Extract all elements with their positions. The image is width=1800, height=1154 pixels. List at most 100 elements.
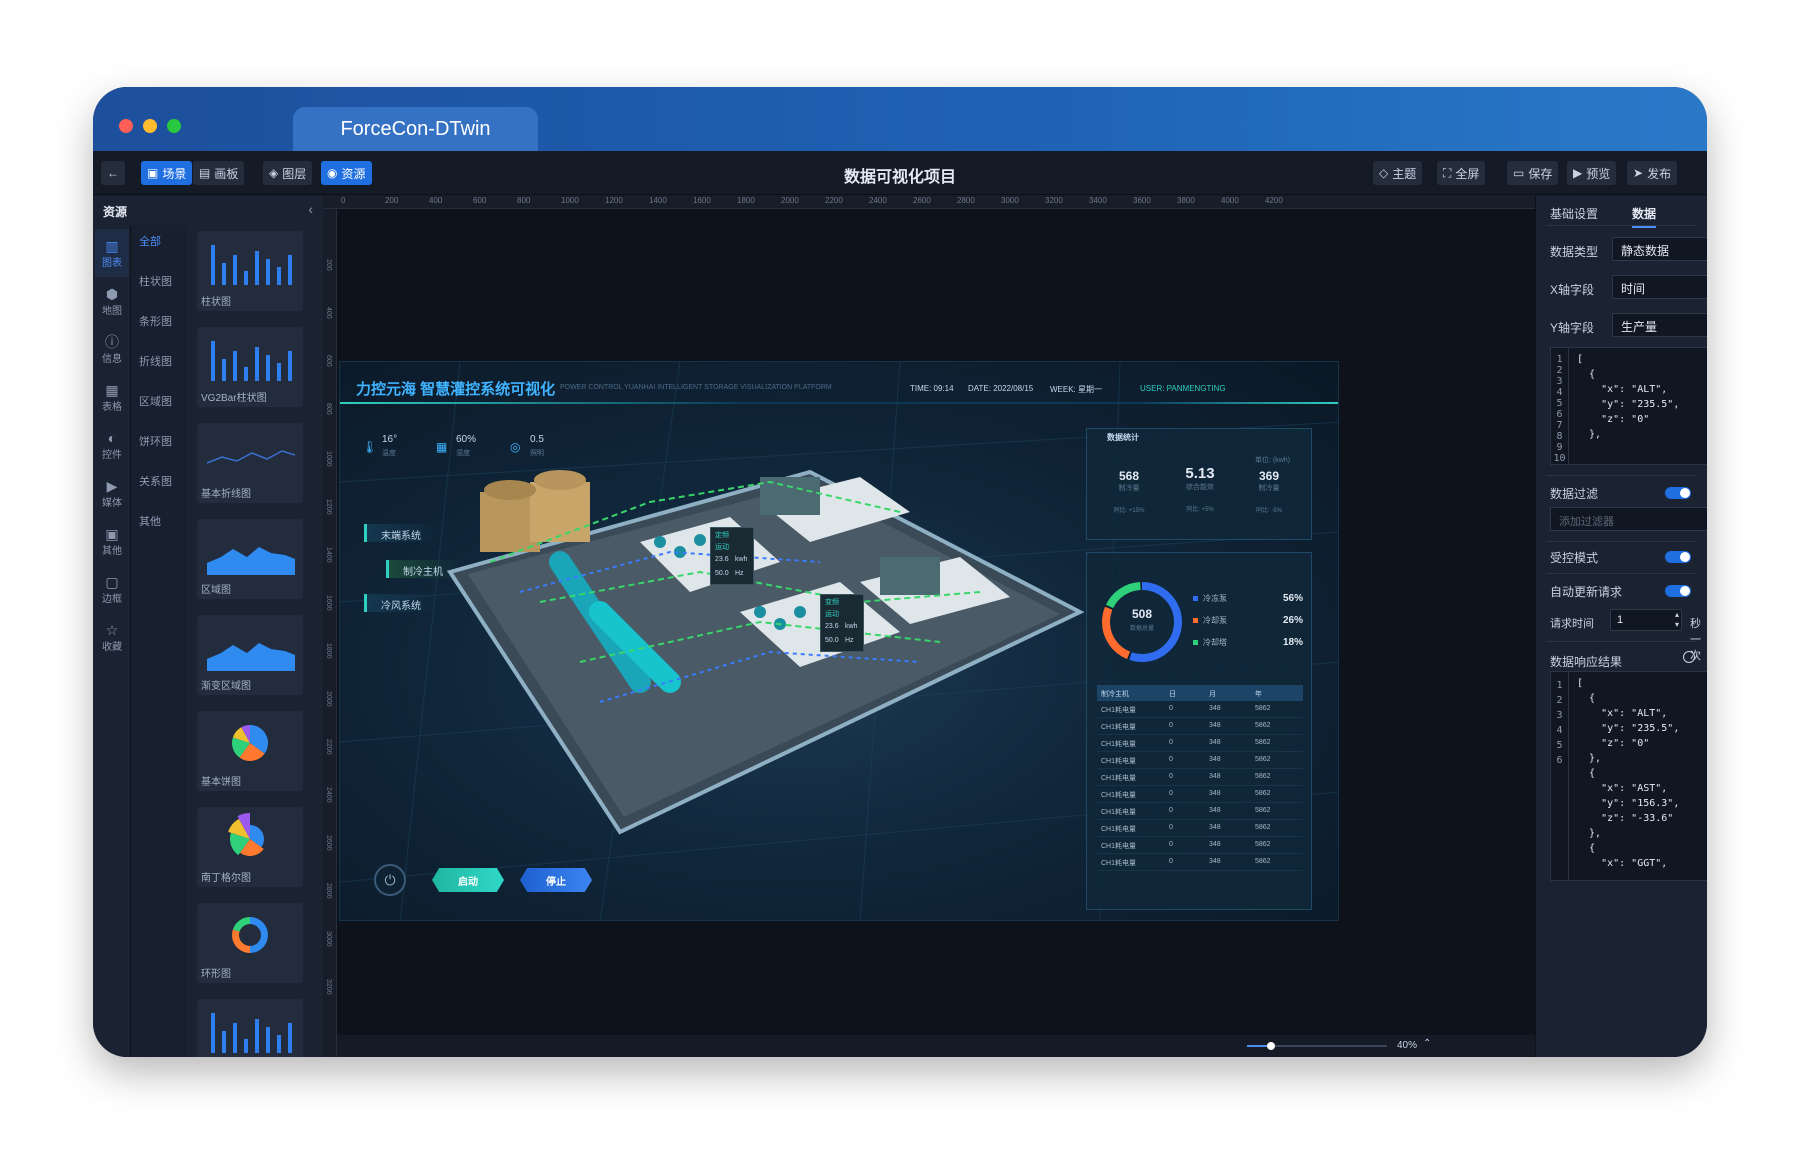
thumbnail-label: 渐变区域图 [201, 681, 251, 692]
component-thumbnail[interactable]: 南丁格尔图 [197, 807, 303, 887]
tag-mode: 定频 [715, 532, 729, 539]
filter-input[interactable]: 添加过滤器 + [1550, 507, 1707, 531]
preview-button[interactable]: ▶ 预览 [1567, 161, 1617, 185]
nav-item-star[interactable]: ☆ 收藏 [95, 613, 129, 661]
zoom-slider-handle[interactable] [1266, 1042, 1275, 1050]
tab-basic-settings[interactable]: 基础设置 [1550, 205, 1598, 222]
cooling-tower-2 [530, 482, 590, 542]
auto-update-toggle[interactable] [1665, 585, 1691, 597]
static-data-editor[interactable]: 1 2 3 4 5 6 7 8 9 10 [ { "x": "ALT", "y": "235.5"… [1550, 347, 1707, 465]
tab-divider [1546, 225, 1697, 226]
power-button[interactable]: ⏻ [374, 864, 406, 896]
data-type-select[interactable]: 静态数据 [1612, 237, 1707, 261]
category-item[interactable]: 柱状图 [139, 273, 172, 289]
stop-button[interactable]: 停止 [520, 868, 592, 892]
component-thumbnail[interactable]: 柱状图 [197, 231, 303, 311]
line-number: 5 [1556, 398, 1563, 409]
nav-item-label: 控件 [102, 449, 122, 461]
category-item[interactable]: 折线图 [139, 353, 172, 369]
ruler-top[interactable]: 0 200 400 600 800 1000 1200 1400 1600 1800 2000 220… [323, 195, 1535, 209]
publish-button[interactable]: ➤ 发布 [1627, 161, 1678, 185]
tag-energy-unit: kwh [845, 623, 858, 630]
ruler-tick: 4200 [1265, 196, 1283, 205]
table-cell: CH1耗电量 [1101, 826, 1137, 833]
minimize-window-button[interactable] [143, 119, 157, 133]
component-thumbnail[interactable]: 渐变区域图 [197, 615, 303, 695]
data-type-value: 静态数据 [1621, 244, 1670, 258]
component-thumbnail[interactable]: VG2Bar柱状图 [197, 327, 303, 407]
thumbnail-label: 南丁格尔图 [201, 873, 251, 884]
preview-stage[interactable]: 力控元海 智慧灌控系统可视化 POWER CONTROL YUANHAI INT… [339, 361, 1339, 921]
category-item[interactable]: 区域图 [139, 393, 172, 409]
tag-frequency-unit: Hz [735, 570, 744, 577]
ruler-tick: 1600 [693, 196, 711, 205]
start-button[interactable]: 启动 [432, 868, 504, 892]
table-cell: CH1耗电量 [1101, 758, 1137, 765]
component-thumbnail[interactable]: 环形图 [197, 903, 303, 983]
y-field-label: Y轴字段 [1550, 321, 1595, 335]
filter-placeholder: 添加过滤器 [1559, 516, 1614, 528]
category-item[interactable]: 条形图 [139, 313, 172, 329]
zoom-slider[interactable] [1247, 1042, 1387, 1050]
legend-label: 冷却塔 [1203, 638, 1227, 647]
save-button[interactable]: ▭ 保存 [1507, 161, 1559, 185]
preview-icon: ▶ [1573, 166, 1583, 180]
nav-item-bar-chart[interactable]: ▥ 图表 [95, 229, 129, 277]
interval-input[interactable]: 1 ▴ ▾ [1610, 609, 1682, 631]
stats-title: 数据统计 [1107, 433, 1139, 442]
theme-label: 主题 [1392, 166, 1417, 181]
y-field-value: 生产量 [1621, 320, 1658, 334]
line-number: 3 [1556, 376, 1563, 387]
nav-item-border[interactable]: ▢ 边框 [95, 565, 129, 613]
nav-item-table[interactable]: ▦ 表格 [95, 373, 129, 421]
response-data-viewer[interactable]: 1 2 3 4 5 6 [ { "x": "ALT", "y": "235.5", "z"… [1550, 671, 1707, 881]
component-thumbnail[interactable]: 基本饼图 [197, 711, 303, 791]
nav-item-label: 媒体 [102, 497, 122, 509]
toolbar: ← ▣ 场景 ▤ 画板 ◈ 图层 ◉ 资源 数据可视化项目 ◇ 主题 ⛶ 全屏 ▭ 保存 ▶ 预… [93, 151, 1707, 195]
filter-toggle[interactable] [1665, 487, 1691, 499]
cooling-tower-fan-1 [484, 480, 536, 500]
controlled-mode-toggle[interactable] [1665, 551, 1691, 563]
category-item[interactable]: 关系图 [139, 473, 172, 489]
chevron-left-icon[interactable]: ‹ [308, 201, 313, 217]
table-row: CH1耗电量 0 348 5862 [1097, 718, 1303, 735]
legend-label: 冷却泵 [1203, 616, 1227, 625]
property-panel: 基础设置 数据 数据类型 静态数据 X轴字段 时间 Y轴字段 生产量 12345… [1535, 195, 1707, 1057]
help-circle-icon[interactable] [1683, 651, 1695, 663]
legend-value: 26% [1282, 615, 1303, 626]
component-thumbnail[interactable]: 区域图 [197, 519, 303, 599]
category-item[interactable]: 饼环图 [139, 433, 172, 449]
stepper-icon[interactable]: ▴ ▾ [1675, 610, 1679, 630]
ruler-left[interactable]: 200 400 600 800 1000 1200 1400 1600 1800 2000 2200… [323, 209, 337, 1057]
table-cell: 5862 [1255, 756, 1271, 763]
thumbnail-label: 基本饼图 [201, 777, 241, 788]
component-thumbnail[interactable] [197, 999, 303, 1057]
nav-item-map[interactable]: ⬢ 地图 [95, 277, 129, 325]
x-field-select[interactable]: 时间 [1612, 275, 1707, 299]
stat-value: 5.13 [1185, 465, 1215, 482]
chevron-up-icon[interactable]: ⌃ [1423, 1038, 1431, 1049]
table-cell: CH1耗电量 [1101, 775, 1137, 782]
equipment-tag-1[interactable]: 定频 运动 23.6 kwh 50.0 Hz [710, 527, 754, 585]
y-field-select[interactable]: 生产量 [1612, 313, 1707, 337]
window-tab[interactable]: ForceCon-DTwin [293, 107, 538, 151]
nav-item-other[interactable]: ▣ 其他 [95, 517, 129, 565]
maximize-window-button[interactable] [167, 119, 181, 133]
component-thumbnail[interactable]: 基本折线图 [197, 423, 303, 503]
nav-item-media[interactable]: ▶ 媒体 [95, 469, 129, 517]
ruler-tick: 1200 [605, 196, 623, 205]
bar-chart-icon: ▥ [105, 237, 119, 254]
ruler-tick: 2000 [781, 196, 799, 205]
category-item[interactable]: 其他 [139, 513, 161, 529]
theme-button[interactable]: ◇ 主题 [1373, 161, 1423, 185]
nav-item-control[interactable]: ◐ 控件 [95, 421, 129, 469]
category-item[interactable]: 全部 [139, 233, 161, 249]
equipment-tag-2[interactable]: 变频 运动 23.6 kwh 50.0 Hz [820, 594, 864, 652]
tag-energy: 23.6 [715, 556, 729, 563]
fullscreen-label: 全屏 [1455, 166, 1480, 181]
fullscreen-button[interactable]: ⛶ 全屏 [1437, 161, 1486, 185]
assets-nav: ▥ 图表 ⬢ 地图 ⓘ 信息 ▦ 表格 ◐ 控件 ▶ 媒体 ▣ 其他 ▢ 边框 ☆ 收藏 [93, 225, 131, 1057]
close-window-button[interactable] [119, 119, 133, 133]
x-field-label: X轴字段 [1550, 283, 1595, 297]
nav-item-info[interactable]: ⓘ 信息 [95, 325, 129, 373]
